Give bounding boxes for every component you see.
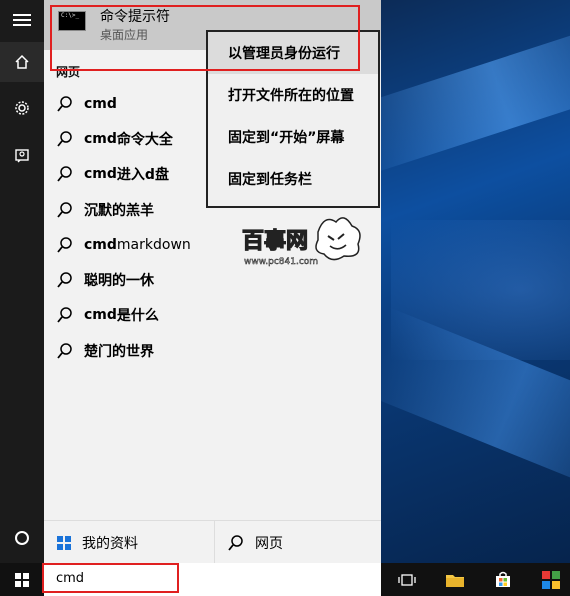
hamburger-menu-button[interactable] [0, 0, 44, 40]
cortana-icon [15, 531, 29, 545]
feedback-button[interactable] [0, 136, 44, 176]
desktop-background [381, 0, 570, 563]
windows-logo-icon [57, 535, 71, 550]
web-result-item[interactable]: cmd 是什么 [44, 298, 381, 333]
tiles-app-icon [542, 570, 560, 589]
mascot-icon [315, 217, 361, 261]
feedback-icon [15, 149, 29, 163]
context-menu: 以管理员身份运行 打开文件所在的位置 固定到“开始”屏幕 固定到任务栏 [206, 30, 380, 208]
pin-to-start-menu-item[interactable]: 固定到“开始”屏幕 [208, 116, 378, 158]
gear-icon [15, 101, 29, 115]
pinned-app-button[interactable] [536, 563, 566, 596]
store-button[interactable] [488, 563, 518, 596]
taskbar-search-box[interactable]: cmd [44, 563, 381, 596]
my-stuff-button[interactable]: 我的资料 [44, 521, 213, 564]
search-icon [57, 237, 72, 253]
search-icon [57, 342, 72, 359]
cortana-button[interactable] [0, 518, 44, 558]
result-text: 进入d盘 [116, 167, 169, 184]
start-button[interactable] [0, 563, 44, 596]
result-bold-text: cmd [84, 307, 117, 324]
result-text: markdown [116, 236, 191, 253]
taskbar: cmd [0, 563, 570, 596]
windows-logo-icon [15, 572, 29, 587]
result-bold-text: cmd [84, 95, 117, 112]
file-explorer-button[interactable] [440, 563, 470, 596]
task-view-icon [398, 573, 416, 586]
search-icon [57, 95, 72, 112]
result-text: 聪明的一休 [84, 273, 154, 290]
task-view-button[interactable] [392, 563, 422, 596]
start-menu-rail [0, 0, 44, 563]
result-text: 命令大全 [116, 131, 173, 148]
search-icon [57, 131, 72, 147]
best-match-title: 命令提示符 [100, 9, 170, 25]
hamburger-icon [13, 11, 31, 29]
watermark-url: www.pc841.com [244, 257, 318, 267]
desktop-light-beam [381, 12, 570, 178]
search-icon [57, 166, 72, 182]
search-icon [228, 534, 243, 551]
store-icon [496, 571, 510, 587]
cmd-icon: C:\>_ [58, 11, 86, 31]
web-scope-button[interactable]: 网页 [214, 521, 381, 564]
home-button[interactable] [0, 42, 44, 82]
web-scope-label: 网页 [255, 535, 283, 552]
settings-button[interactable] [0, 88, 44, 128]
result-text: 是什么 [116, 308, 159, 325]
result-text: 楚门的世界 [84, 343, 154, 360]
search-scope-bar: 我的资料 网页 [44, 520, 381, 564]
web-section-label: 网页 [56, 65, 81, 79]
home-icon [15, 54, 29, 69]
run-as-admin-menu-item[interactable]: 以管理员身份运行 [208, 32, 378, 74]
open-file-location-menu-item[interactable]: 打开文件所在的位置 [208, 74, 378, 116]
pin-to-taskbar-menu-item[interactable]: 固定到任务栏 [208, 158, 378, 200]
watermark-brand: 百事网 [242, 228, 308, 254]
result-bold-text: cmd [84, 130, 117, 147]
folder-icon [446, 574, 464, 587]
search-icon [57, 201, 72, 218]
web-result-item[interactable]: 楚门的世界 [44, 333, 381, 368]
result-bold-text: cmd [84, 236, 117, 253]
my-stuff-label: 我的资料 [82, 535, 138, 552]
best-match-subtitle: 桌面应用 [100, 28, 149, 42]
result-text: 沉默的羔羊 [84, 202, 154, 219]
search-icon [57, 307, 72, 323]
site-watermark: 百事网 www.pc841.com [241, 217, 361, 267]
search-input-value: cmd [56, 571, 85, 586]
result-bold-text: cmd [84, 166, 117, 183]
search-icon [57, 272, 72, 288]
